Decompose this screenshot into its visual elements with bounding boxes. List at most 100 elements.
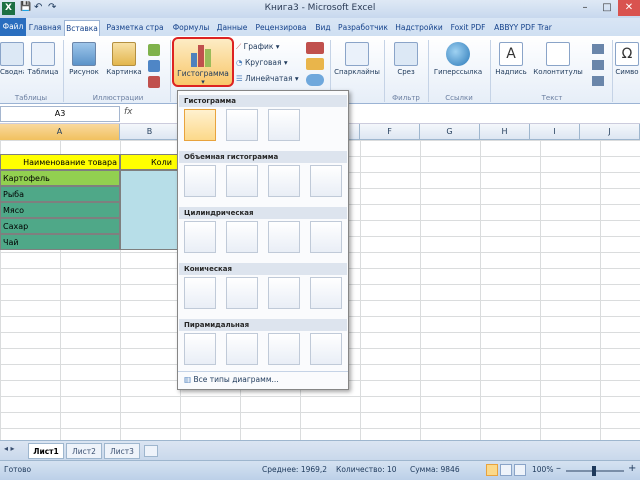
cell-a5[interactable]: Мясо — [0, 202, 120, 218]
pyramid-stacked-icon[interactable] — [226, 333, 258, 365]
stacked-column-icon[interactable] — [226, 109, 258, 141]
tab-review[interactable]: Рецензирова — [252, 20, 310, 36]
3d-stacked-column-icon[interactable] — [226, 165, 258, 197]
object-icon[interactable] — [592, 76, 604, 86]
pyramid-clustered-icon[interactable] — [184, 333, 216, 365]
cell-a4[interactable]: Рыба — [0, 186, 120, 202]
percent-stacked-column-icon[interactable] — [268, 109, 300, 141]
name-box[interactable]: A3 — [0, 106, 120, 122]
cylinder-3d-icon[interactable] — [310, 221, 342, 253]
3d-column-icon[interactable] — [310, 165, 342, 197]
symbols-button[interactable]: Ω Симво — [614, 42, 640, 76]
line-chart-button[interactable]: ⟋ График ▾ — [236, 42, 280, 52]
column-header-g[interactable]: G — [420, 124, 480, 140]
pyramid-3d-icon[interactable] — [310, 333, 342, 365]
maximize-button[interactable]: □ — [596, 0, 618, 16]
clustered-column-icon[interactable] — [184, 109, 216, 141]
page-layout-view-icon[interactable] — [500, 464, 512, 476]
column-header-h[interactable]: H — [480, 124, 530, 140]
cell-a3[interactable]: Картофель — [0, 170, 120, 186]
new-sheet-icon[interactable] — [144, 445, 158, 457]
area-chart-icon[interactable] — [306, 42, 324, 54]
clipart-label: Картинка — [106, 68, 142, 76]
tab-foxit[interactable]: Foxit PDF — [448, 20, 488, 36]
tab-data[interactable]: Данные — [214, 20, 250, 36]
textbox-button[interactable]: A Надпись — [492, 42, 530, 76]
group-label-filter: Фильтр — [392, 94, 420, 102]
other-charts-icon[interactable] — [306, 74, 324, 86]
zoom-level[interactable]: 100% — [532, 465, 553, 474]
header-footer-button[interactable]: Колонтитулы — [530, 42, 586, 76]
page-break-view-icon[interactable] — [514, 464, 526, 476]
group-separator — [384, 40, 385, 102]
group-separator — [428, 40, 429, 102]
histogram-label: Гистограмма — [177, 69, 229, 78]
shapes-icon[interactable] — [148, 44, 160, 56]
wordart-icon[interactable] — [592, 44, 604, 54]
clipart-button[interactable]: Картинка — [104, 42, 144, 76]
sheet-tab-3[interactable]: Лист3 — [104, 443, 140, 459]
sheet-nav-icon[interactable]: ◂ ▸ — [4, 444, 15, 453]
3d-percent-stacked-column-icon[interactable] — [268, 165, 300, 197]
signature-icon[interactable] — [592, 60, 604, 70]
column-header-j[interactable]: J — [580, 124, 640, 140]
sheet-tab-2[interactable]: Лист2 — [66, 443, 102, 459]
histogram-gallery-dropdown: Гистограмма Объемная гистограмма Цилиндр… — [177, 90, 349, 390]
tab-formulas[interactable]: Формулы — [170, 20, 212, 36]
cell-a6[interactable]: Сахар — [0, 218, 120, 234]
histogram-button[interactable]: Гистограмма ▾ — [172, 37, 234, 87]
column-header-i[interactable]: I — [530, 124, 580, 140]
hyperlink-button[interactable]: Гиперссылка — [430, 42, 486, 76]
minimize-button[interactable]: – — [574, 0, 596, 16]
cell-a7[interactable]: Чай — [0, 234, 120, 250]
sparklines-button[interactable]: Спарклайны — [334, 42, 380, 76]
tab-home[interactable]: Главная — [28, 20, 62, 36]
screenshot-icon[interactable] — [148, 76, 160, 88]
normal-view-icon[interactable] — [486, 464, 498, 476]
chart-types-icon: ▥ — [184, 375, 192, 384]
tab-addins[interactable]: Надстройки — [392, 20, 446, 36]
smartart-icon[interactable] — [148, 60, 160, 72]
fx-icon[interactable]: fx — [124, 107, 133, 117]
close-button[interactable]: ✕ — [618, 0, 640, 16]
column-header-f[interactable]: F — [360, 124, 420, 140]
group-label-illustrations: Иллюстрации — [92, 94, 144, 102]
slicer-button[interactable]: Срез — [388, 42, 424, 76]
group-separator — [170, 40, 171, 102]
3d-clustered-column-icon[interactable] — [184, 165, 216, 197]
picture-button[interactable]: Рисунок — [66, 42, 102, 76]
bar-chart-button[interactable]: ☰ Линейчатая ▾ — [236, 74, 299, 83]
tab-developer[interactable]: Разработчик — [336, 20, 390, 36]
cone-stacked-icon[interactable] — [226, 277, 258, 309]
cylinder-percent-icon[interactable] — [268, 221, 300, 253]
cone-percent-icon[interactable] — [268, 277, 300, 309]
zoom-slider-handle[interactable] — [592, 466, 596, 476]
cylinder-stacked-icon[interactable] — [226, 221, 258, 253]
column-header-b[interactable]: B — [120, 124, 180, 140]
tab-page-layout[interactable]: Разметка стра — [102, 20, 168, 36]
tab-file[interactable]: Файл — [0, 18, 26, 36]
section-header-cone: Коническая — [179, 263, 347, 275]
table-button[interactable]: Таблица — [26, 42, 60, 76]
zoom-out-button[interactable]: – — [556, 463, 561, 474]
hyperlink-label: Гиперссылка — [433, 68, 483, 76]
globe-icon — [446, 42, 470, 66]
pivot-table-button[interactable]: Сводная таблица — [0, 42, 24, 76]
sheet-tab-1[interactable]: Лист1 — [28, 443, 64, 459]
pie-chart-button[interactable]: ◔ Круговая ▾ — [236, 58, 288, 67]
cell-b2[interactable]: Коли — [120, 154, 180, 170]
tab-view[interactable]: Вид — [312, 20, 334, 36]
scatter-chart-icon[interactable] — [306, 58, 324, 70]
cell-a2[interactable]: Наименование товара — [0, 154, 120, 170]
all-chart-types-link[interactable]: ▥ Все типы диаграмм... — [184, 375, 279, 384]
tab-abbyy[interactable]: ABBYY PDF Trar — [490, 20, 556, 36]
tab-insert[interactable]: Вставка — [64, 20, 100, 36]
column-header-a[interactable]: A — [0, 124, 120, 140]
cylinder-clustered-icon[interactable] — [184, 221, 216, 253]
cell-range-b3-b7[interactable] — [120, 170, 180, 250]
cone-clustered-icon[interactable] — [184, 277, 216, 309]
cone-3d-icon[interactable] — [310, 277, 342, 309]
slicer-icon — [394, 42, 418, 66]
zoom-in-button[interactable]: + — [628, 463, 636, 474]
pyramid-percent-icon[interactable] — [268, 333, 300, 365]
